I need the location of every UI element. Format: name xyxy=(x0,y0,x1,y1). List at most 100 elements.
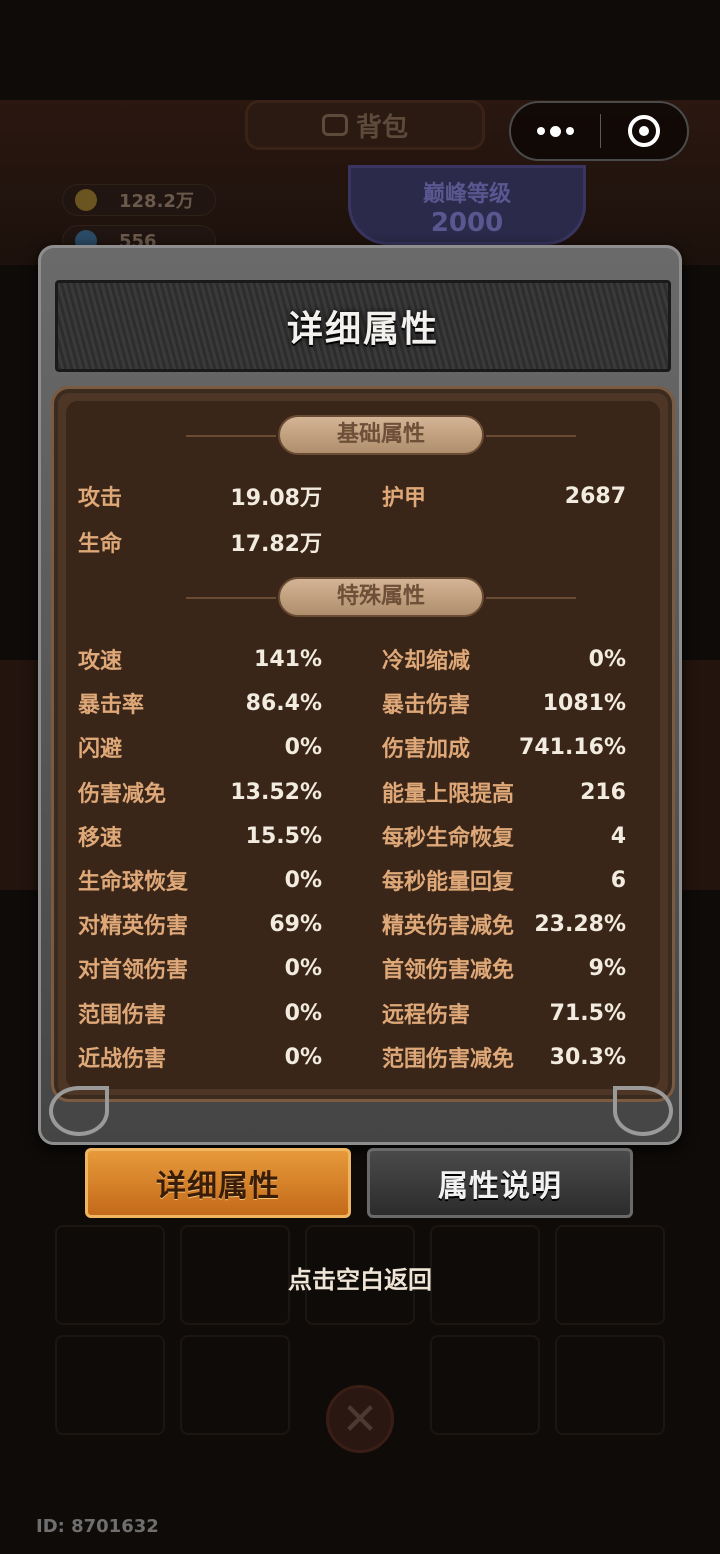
stat-row: 伤害减免 13.52% xyxy=(78,772,322,812)
stat-name: 攻击 xyxy=(78,486,123,511)
stat-row: 范围伤害减免 30.3% xyxy=(382,1037,626,1077)
stat-value: 0% xyxy=(284,1000,322,1026)
close-program-button[interactable] xyxy=(601,103,687,159)
dialog-title: 详细属性 xyxy=(286,309,439,350)
stat-row: 能量上限提高 216 xyxy=(382,772,626,812)
stat-row: 冷却缩减 0% xyxy=(382,639,626,679)
grid-cell xyxy=(180,1335,290,1435)
stat-name: 伤害加成 xyxy=(382,737,471,762)
stat-value: 6 xyxy=(610,867,626,893)
stat-value: 0% xyxy=(284,734,322,760)
target-circle-icon xyxy=(628,115,660,147)
stat-value: 216 xyxy=(580,779,626,805)
stat-value: 1081% xyxy=(542,690,626,716)
stat-row: 伤害加成 741.16% xyxy=(382,727,626,767)
stat-row: 移速 15.5% xyxy=(78,816,322,856)
stat-row: 对首领伤害 0% xyxy=(78,948,322,988)
stat-row: 攻速 141% xyxy=(78,639,322,679)
stat-value: 2687 xyxy=(564,483,626,509)
corner-ornament-right xyxy=(613,1086,673,1136)
stat-value: 0% xyxy=(588,646,626,672)
coin-icon xyxy=(75,189,97,211)
stat-row: 每秒生命恢复 4 xyxy=(382,816,626,856)
stat-name: 能量上限提高 xyxy=(382,782,515,807)
stat-value: 4 xyxy=(610,823,626,849)
backpack-icon xyxy=(321,114,348,136)
stat-value: 9% xyxy=(588,955,626,981)
special-section-label: 特殊属性 xyxy=(186,577,576,617)
stat-value: 0% xyxy=(284,955,322,981)
stat-name: 生命球恢复 xyxy=(78,870,189,895)
stat-name: 范围伤害减免 xyxy=(382,1047,515,1072)
mini-program-capsule xyxy=(509,101,689,161)
stat-value: 19.08万 xyxy=(230,486,322,511)
stat-value: 23.28% xyxy=(534,911,626,937)
stat-row: 生命 17.82万 xyxy=(78,522,322,562)
stat-value: 141% xyxy=(254,646,322,672)
stat-value: 71.5% xyxy=(549,1000,626,1026)
stat-name: 移速 xyxy=(78,826,123,851)
stat-name: 护甲 xyxy=(382,486,427,511)
attribute-description-button[interactable]: 属性说明 xyxy=(367,1148,633,1218)
stat-row: 范围伤害 0% xyxy=(78,993,322,1033)
stat-row: 攻击 19.08万 xyxy=(78,476,322,516)
dialog-header: 详细属性 xyxy=(55,280,671,372)
stat-name: 精英伤害减免 xyxy=(382,914,515,939)
stat-name: 每秒能量回复 xyxy=(382,870,515,895)
stat-value: 741.16% xyxy=(519,734,626,760)
stat-row: 生命球恢复 0% xyxy=(78,860,322,900)
stat-value: 15.5% xyxy=(245,823,322,849)
stats-content: 基础属性 攻击 19.08万 护甲 2687 生命 17.82万 特殊属性 攻速… xyxy=(66,401,660,1089)
peak-level-value: 2000 xyxy=(430,208,504,238)
stat-value: 13.52% xyxy=(230,779,322,805)
stat-name: 近战伤害 xyxy=(78,1047,167,1072)
peak-level-label: 巅峰等级 xyxy=(422,182,511,207)
peak-level-badge: 巅峰等级 2000 xyxy=(348,165,586,245)
detail-attributes-dialog: 详细属性 基础属性 攻击 19.08万 护甲 2687 生命 17.82万 特殊… xyxy=(38,245,682,1145)
stat-value: 0% xyxy=(284,867,322,893)
corner-ornament-left xyxy=(49,1086,109,1136)
stat-name: 首领伤害减免 xyxy=(382,958,515,983)
grid-cell xyxy=(555,1335,665,1435)
coin-value: 128.2万 xyxy=(119,191,194,212)
stat-name: 范围伤害 xyxy=(78,1003,167,1028)
stat-name: 攻速 xyxy=(78,649,123,674)
grid-cell xyxy=(430,1335,540,1435)
stat-value: 0% xyxy=(284,1044,322,1070)
stats-panel: 基础属性 攻击 19.08万 护甲 2687 生命 17.82万 特殊属性 攻速… xyxy=(51,386,675,1102)
coin-counter: 128.2万 xyxy=(62,184,216,216)
stat-row: 闪避 0% xyxy=(78,727,322,767)
more-dots-icon[interactable] xyxy=(511,103,600,159)
detail-attributes-button[interactable]: 详细属性 xyxy=(85,1148,351,1218)
stat-name: 暴击伤害 xyxy=(382,693,471,718)
stat-row: 远程伤害 71.5% xyxy=(382,993,626,1033)
stat-name: 闪避 xyxy=(78,737,123,762)
stat-row: 精英伤害减免 23.28% xyxy=(382,904,626,944)
stat-value: 17.82万 xyxy=(230,532,322,557)
stat-value: 86.4% xyxy=(245,690,322,716)
stat-row: 每秒能量回复 6 xyxy=(382,860,626,900)
side-decor-right xyxy=(680,660,720,890)
side-decor-left xyxy=(0,660,40,890)
crossed-swords-icon: ✕ xyxy=(326,1385,394,1453)
tap-blank-to-return-hint[interactable]: 点击空白返回 xyxy=(0,1260,720,1295)
stat-row: 对精英伤害 69% xyxy=(78,904,322,944)
stat-name: 远程伤害 xyxy=(382,1003,471,1028)
tab-backpack-label: 背包 xyxy=(355,112,408,143)
stat-row: 首领伤害减免 9% xyxy=(382,948,626,988)
user-id-label: ID: 8701632 xyxy=(36,1516,159,1537)
stat-name: 对首领伤害 xyxy=(78,958,189,983)
tab-backpack: 背包 xyxy=(245,100,485,150)
stat-name: 每秒生命恢复 xyxy=(382,826,515,851)
stat-value: 69% xyxy=(269,911,322,937)
basic-section-label: 基础属性 xyxy=(186,415,576,455)
stat-name: 对精英伤害 xyxy=(78,914,189,939)
stat-row: 暴击率 86.4% xyxy=(78,683,322,723)
stat-name: 冷却缩减 xyxy=(382,649,471,674)
stat-row: 近战伤害 0% xyxy=(78,1037,322,1077)
stat-name: 生命 xyxy=(78,532,123,557)
stat-name: 伤害减免 xyxy=(78,782,167,807)
stat-value: 30.3% xyxy=(549,1044,626,1070)
grid-cell xyxy=(55,1335,165,1435)
stat-name: 暴击率 xyxy=(78,693,145,718)
